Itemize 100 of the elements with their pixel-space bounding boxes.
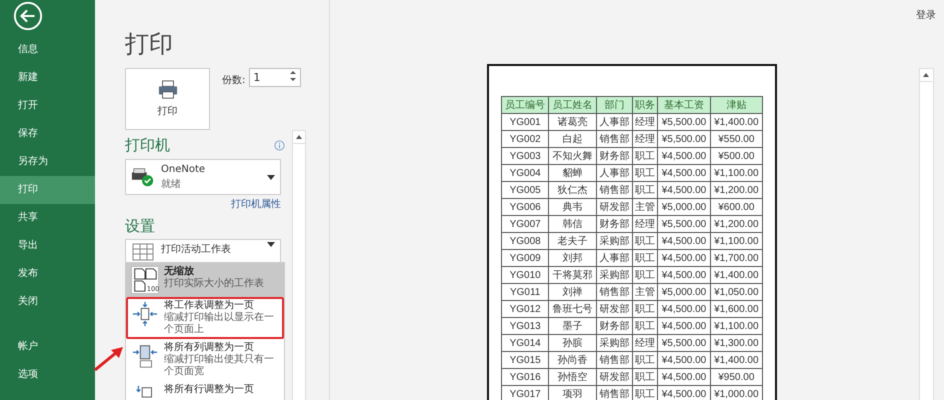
sidebar-item[interactable]: 保存 xyxy=(0,120,95,148)
sidebar-item[interactable]: 打开 xyxy=(0,92,95,120)
table-cell: 职工 xyxy=(632,232,658,250)
table-cell: ¥4,500.00 xyxy=(658,148,710,164)
table-cell: YG001 xyxy=(502,114,549,130)
table-cell: ¥4,500.00 xyxy=(658,250,710,266)
table-cell: ¥4,500.00 xyxy=(658,266,710,284)
table-cell: YG008 xyxy=(502,232,549,250)
sidebar-item[interactable]: 新建 xyxy=(0,64,95,92)
table-cell: 销售部 xyxy=(596,182,633,198)
sidebar-item[interactable]: 打印 xyxy=(0,176,95,204)
table-cell: 职工 xyxy=(632,164,658,182)
column-header: 职务 xyxy=(632,96,658,114)
table-cell: ¥5,500.00 xyxy=(658,114,710,130)
table-cell: 人事部 xyxy=(596,114,633,130)
table-cell: ¥4,500.00 xyxy=(658,368,710,386)
table-cell: ¥1,100.00 xyxy=(710,318,762,334)
table-cell: ¥1,300.00 xyxy=(710,334,762,352)
table-cell: 销售部 xyxy=(596,352,633,368)
copies-spinner[interactable]: 1 xyxy=(249,68,302,87)
table-cell: 诸葛亮 xyxy=(548,114,596,130)
column-header: 员工编号 xyxy=(502,96,549,114)
table-cell: ¥4,500.00 xyxy=(658,164,710,182)
table-cell: ¥4,500.00 xyxy=(658,352,710,368)
table-cell: YG003 xyxy=(502,148,549,164)
sidebar-item[interactable]: 发布 xyxy=(0,260,95,288)
table-cell: 经理 xyxy=(632,216,658,232)
table-cell: 销售部 xyxy=(596,130,633,148)
menu-item[interactable]: 将所有行调整为一页 xyxy=(126,381,284,400)
table-cell: YG007 xyxy=(502,216,549,232)
back-icon[interactable] xyxy=(13,1,43,31)
table-cell: 典韦 xyxy=(548,198,596,216)
table-cell: ¥4,500.00 xyxy=(658,318,710,334)
table-cell: ¥1,400.00 xyxy=(710,266,762,284)
printer-properties-link[interactable]: 打印机属性 xyxy=(231,197,281,211)
table-cell: 财务部 xyxy=(596,318,633,334)
caret-icon xyxy=(267,174,275,180)
table-cell: 采购部 xyxy=(596,266,633,284)
table-cell: ¥4,500.00 xyxy=(658,182,710,198)
printer-dropdown[interactable]: OneNote 就绪 xyxy=(125,159,281,195)
table-cell: ¥1,200.00 xyxy=(710,216,762,232)
table-cell: YG006 xyxy=(502,198,549,216)
fit-sheet-icon xyxy=(131,300,159,328)
table-cell: 老夫子 xyxy=(548,232,596,250)
sign-in-link[interactable]: 登录 xyxy=(916,8,936,22)
table-cell: 职工 xyxy=(632,300,658,318)
table-cell: YG015 xyxy=(502,352,549,368)
menu-item[interactable]: 将工作表调整为一页 缩减打印输出以显示在一个页面上 xyxy=(126,297,284,339)
table-cell: ¥5,000.00 xyxy=(658,284,710,300)
table-cell: 职工 xyxy=(632,182,658,198)
printer-icon xyxy=(131,166,155,188)
printer-icon xyxy=(156,80,178,100)
table-cell: ¥550.00 xyxy=(710,130,762,148)
table-cell: 刘邦 xyxy=(548,250,596,266)
table-cell: 不知火舞 xyxy=(548,148,596,164)
table-cell: ¥1,200.00 xyxy=(710,182,762,198)
column-header: 基本工资 xyxy=(658,96,710,114)
pointer-arrow xyxy=(93,344,125,372)
sidebar-item[interactable]: 关闭 xyxy=(0,288,95,316)
table-cell: 主管 xyxy=(632,284,658,300)
table-cell: 孙悟空 xyxy=(548,368,596,386)
sidebar-item[interactable]: 导出 xyxy=(0,232,95,260)
table-cell: 经理 xyxy=(632,114,658,130)
table-cell: YG013 xyxy=(502,318,549,334)
table-cell: YG012 xyxy=(502,300,549,318)
table-cell: YG002 xyxy=(502,130,549,148)
column-header: 员工姓名 xyxy=(548,96,596,114)
table-cell: 人事部 xyxy=(596,164,633,182)
column-header: 津贴 xyxy=(710,96,762,114)
copies-label: 份数: xyxy=(222,74,246,87)
sidebar-item[interactable]: 帐户 xyxy=(0,333,95,361)
sidebar-item[interactable]: 另存为 xyxy=(0,148,95,176)
table-cell: 职工 xyxy=(632,386,658,400)
table-cell: 白起 xyxy=(548,130,596,148)
sidebar-item[interactable]: 信息 xyxy=(0,36,95,64)
section-heading: 设置 xyxy=(125,217,156,236)
table-cell: ¥1,600.00 xyxy=(710,300,762,318)
section-heading: 打印机 xyxy=(125,136,170,155)
table-cell: 财务部 xyxy=(596,216,633,232)
sidebar-item[interactable]: 选项 xyxy=(0,361,95,389)
sidebar-item[interactable]: 共享 xyxy=(0,204,95,232)
table-cell: 人事部 xyxy=(596,250,633,266)
table-cell: 研发部 xyxy=(596,368,633,386)
table-cell: ¥4,500.00 xyxy=(658,300,710,318)
table-cell: YG014 xyxy=(502,334,549,352)
table-cell: 貂蝉 xyxy=(548,164,596,182)
print-button[interactable]: 打印 xyxy=(125,68,210,130)
table-cell: 职工 xyxy=(632,148,658,164)
table-cell: 职工 xyxy=(632,352,658,368)
table-cell: YG011 xyxy=(502,284,549,300)
table-cell: ¥1,700.00 xyxy=(710,250,762,266)
table-cell: ¥5,500.00 xyxy=(658,334,710,352)
table-cell: ¥500.00 xyxy=(710,148,762,164)
table-cell: ¥4,500.00 xyxy=(658,232,710,250)
table-cell: ¥1,400.00 xyxy=(710,114,762,130)
table-cell: ¥600.00 xyxy=(710,198,762,216)
menu-item[interactable]: 将所有列调整为一页 缩减打印输出使其只有一个页面宽 xyxy=(126,339,284,381)
table-cell: ¥1,100.00 xyxy=(710,164,762,182)
table-cell: 孙膑 xyxy=(548,334,596,352)
table-cell: 韩信 xyxy=(548,216,596,232)
